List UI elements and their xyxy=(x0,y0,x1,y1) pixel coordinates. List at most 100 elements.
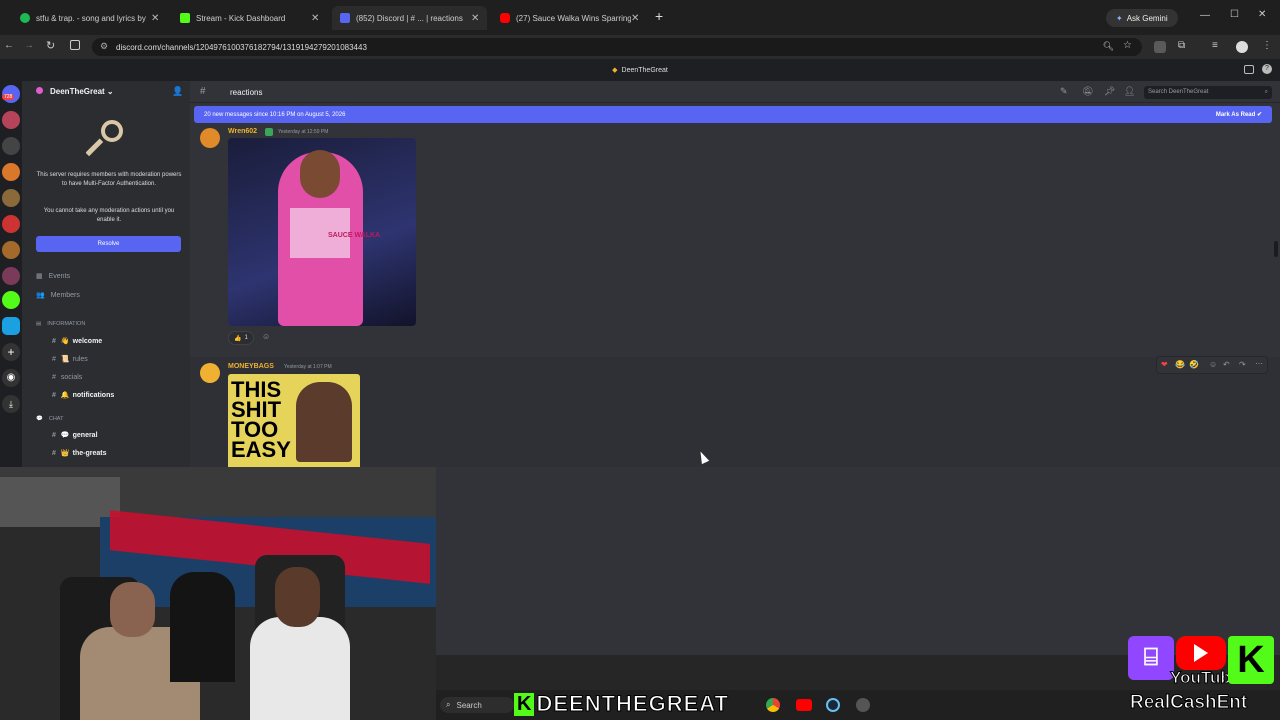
app-icon[interactable] xyxy=(856,698,870,712)
mark-read-icon: ✔ xyxy=(1256,112,1262,118)
invite-icon[interactable]: 👤 xyxy=(172,86,183,97)
close-icon[interactable]: ✕ xyxy=(311,13,319,24)
browser-tab-spotify[interactable]: stfu & trap. - song and lyrics by ✕ xyxy=(12,6,167,30)
message-author[interactable]: Wren602 xyxy=(228,128,257,135)
emoji-reaction-icon[interactable]: 😂 xyxy=(1175,360,1185,369)
profile-avatar[interactable] xyxy=(1236,41,1248,53)
address-bar[interactable]: ⚙ discord.com/channels/12049761003761827… xyxy=(92,38,1142,56)
new-messages-banner[interactable]: 20 new messages since 10:16 PM on August… xyxy=(194,106,1272,123)
add-reaction-icon[interactable]: ☺ xyxy=(1209,360,1217,369)
server-icon[interactable] xyxy=(2,137,20,155)
search-icon: ⌕ xyxy=(446,700,451,709)
help-icon[interactable]: ? xyxy=(1262,64,1272,74)
download-icon[interactable]: ⤓ xyxy=(2,395,20,413)
bookmark-star-icon[interactable]: ☆ xyxy=(1123,40,1132,51)
close-icon[interactable]: ✕ xyxy=(471,13,479,24)
ask-gemini-button[interactable]: ✦ Ask Gemini xyxy=(1106,9,1178,27)
server-icon[interactable] xyxy=(2,317,20,335)
chrome-icon[interactable] xyxy=(766,698,780,712)
server-icon[interactable] xyxy=(2,111,20,129)
message-author[interactable]: MONEYBAGS xyxy=(228,363,274,370)
person-head xyxy=(110,582,155,637)
avatar[interactable] xyxy=(200,363,220,383)
mark-as-read-button[interactable]: Mark As Read ✔ xyxy=(1216,111,1262,118)
server-icon[interactable] xyxy=(2,189,20,207)
hashtag-icon: # xyxy=(52,355,56,363)
avatar[interactable] xyxy=(200,128,220,148)
sidebar-icon[interactable] xyxy=(70,40,80,50)
puzzle-icon[interactable]: ⧉ xyxy=(1178,40,1185,51)
emoji-reaction-icon[interactable]: 🤣 xyxy=(1189,360,1199,369)
youtube-icon[interactable] xyxy=(796,699,812,711)
resolve-button[interactable]: Resolve xyxy=(36,236,181,252)
category-information[interactable]: ▤ INFORMATION xyxy=(36,316,191,332)
pin-icon[interactable]: 📌︎ xyxy=(1104,86,1115,97)
webcam-overlay xyxy=(0,467,436,720)
add-reaction-icon[interactable]: ☺ xyxy=(262,332,270,341)
server-icon[interactable] xyxy=(2,267,20,285)
minimize-button[interactable]: — xyxy=(1200,10,1210,21)
server-icon[interactable] xyxy=(2,215,20,233)
channel-general[interactable]: #💬general1 xyxy=(52,427,207,443)
youtube-icon xyxy=(500,13,510,23)
server-name[interactable]: DeenTheGreat ⌄ xyxy=(50,87,114,96)
more-icon[interactable]: ⋯ xyxy=(1255,359,1263,368)
server-icon[interactable] xyxy=(2,291,20,309)
channel-notifications[interactable]: #🔔notifications6 xyxy=(52,387,207,403)
forward-icon[interactable]: → xyxy=(24,40,34,51)
steam-icon[interactable] xyxy=(826,698,840,712)
threads-icon[interactable]: ✎ xyxy=(1060,86,1068,97)
channel-rules[interactable]: # 📜 rules xyxy=(52,351,207,367)
scrollbar[interactable] xyxy=(1274,241,1278,257)
member-list-icon[interactable]: 👤︎ xyxy=(1124,86,1135,97)
server-list: 728 + ◉ ⤓ xyxy=(0,81,22,471)
extension-icon[interactable] xyxy=(1154,41,1166,53)
close-icon[interactable]: ✕ xyxy=(631,13,639,24)
zoom-icon[interactable]: 🔍︎ xyxy=(1103,41,1114,52)
channel-welcome[interactable]: # 👋 welcome xyxy=(52,333,207,349)
menu-icon[interactable]: ⋮ xyxy=(1262,40,1272,51)
close-icon[interactable]: ✕ xyxy=(151,13,159,24)
back-icon[interactable]: ← xyxy=(4,40,14,51)
spotify-icon xyxy=(20,13,30,23)
events-item[interactable]: ▦ Events xyxy=(36,268,191,284)
hashtag-icon: # xyxy=(52,373,56,381)
notification-settings-icon[interactable]: 🔕︎ xyxy=(1082,86,1093,97)
new-tab-button[interactable]: + xyxy=(655,8,663,24)
inbox-icon[interactable] xyxy=(1244,65,1254,74)
server-icon[interactable] xyxy=(2,241,20,259)
message-image[interactable]: SAUCE WALKA xyxy=(228,138,416,326)
youtube-logo xyxy=(1176,636,1226,670)
kick-icon xyxy=(180,13,190,23)
close-window-button[interactable]: ✕ xyxy=(1258,9,1266,20)
reload-icon[interactable]: ↻ xyxy=(46,39,55,52)
image-figure xyxy=(296,382,352,462)
discover-icon[interactable]: ◉ xyxy=(2,369,20,387)
reply-icon[interactable]: ↶ xyxy=(1223,360,1230,369)
message-image[interactable]: THIS SHIT TOO EASY xyxy=(228,374,360,467)
forward-icon[interactable]: ↷ xyxy=(1239,360,1246,369)
tab-search-icon[interactable]: ≡ xyxy=(1212,40,1218,51)
maximize-button[interactable]: ☐ xyxy=(1230,9,1239,20)
person xyxy=(250,617,350,720)
add-server-icon[interactable]: + xyxy=(2,343,20,361)
browser-tab-youtube[interactable]: (27) Sauce Walka Wins Sparring ✕ xyxy=(492,6,647,30)
browser-tab-kick[interactable]: Stream - Kick Dashboard ✕ xyxy=(172,6,327,30)
channel-the-greats[interactable]: # 👑 the-greats xyxy=(52,445,207,461)
search-input[interactable]: Search DeenTheGreat ⌕ xyxy=(1144,86,1272,99)
members-item[interactable]: 👥 Members xyxy=(36,287,191,303)
kick-logo: K xyxy=(514,692,535,716)
heart-reaction-icon[interactable]: ❤ xyxy=(1161,360,1168,369)
site-info-icon[interactable]: ⚙ xyxy=(100,41,108,52)
hashtag-icon: # xyxy=(52,431,56,439)
browser-tab-discord[interactable]: (852) Discord | # ... | reactions ✕ xyxy=(332,6,488,30)
server-icon[interactable] xyxy=(2,163,20,181)
image-text: SAUCE WALKA xyxy=(328,232,381,239)
channel-socials[interactable]: # socials xyxy=(52,369,207,385)
taskbar-search[interactable]: ⌕ Search xyxy=(440,697,514,713)
play-icon xyxy=(1194,644,1208,662)
person-head xyxy=(275,567,320,627)
message-timestamp: Yesterday at 12:59 PM xyxy=(278,129,329,135)
category-chat[interactable]: 💬 CHAT xyxy=(36,411,191,427)
reaction-button[interactable]: 👍 1 xyxy=(228,331,254,345)
